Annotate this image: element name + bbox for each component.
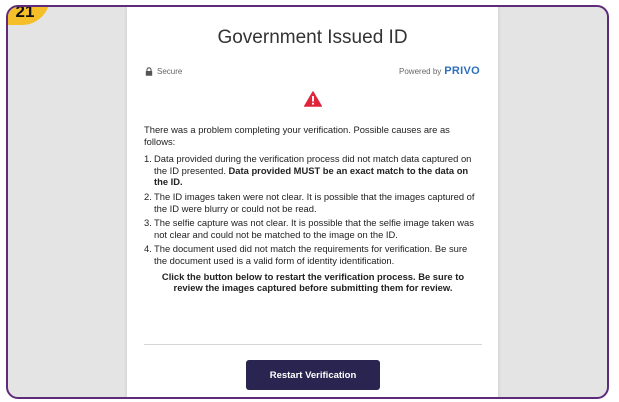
error-intro: There was a problem completing your veri… bbox=[144, 124, 450, 147]
cause-text: The selfie capture was not clear. It is … bbox=[154, 217, 474, 240]
cause-item: 3. The selfie capture was not clear. It … bbox=[144, 217, 482, 240]
cause-text: The document used did not match the requ… bbox=[154, 243, 468, 266]
card-header-meta: Secure Powered by PRIVO bbox=[145, 64, 480, 78]
cause-text-wrap: Data provided during the verification pr… bbox=[154, 153, 482, 188]
page-title: Government Issued ID bbox=[217, 27, 408, 48]
restart-verification-button[interactable]: Restart Verification bbox=[246, 360, 380, 390]
privo-logo: PRIVO bbox=[444, 65, 480, 77]
step-number-badge: 21 bbox=[8, 5, 50, 25]
restart-instructions: Click the button below to restart the ve… bbox=[161, 270, 465, 294]
lock-icon bbox=[145, 66, 153, 76]
cause-item: 4. The document used did not match the r… bbox=[144, 243, 482, 266]
cause-item: 1. Data provided during the verification… bbox=[144, 153, 482, 188]
causes-list: 1. Data provided during the verification… bbox=[144, 153, 482, 266]
error-content: There was a problem completing your veri… bbox=[144, 124, 482, 294]
powered-by-label: Powered by bbox=[399, 67, 442, 76]
cause-number: 1. bbox=[144, 153, 152, 165]
divider bbox=[144, 344, 482, 345]
cause-item: 2. The ID images taken were not clear. I… bbox=[144, 191, 482, 214]
cause-text: The ID images taken were not clear. It i… bbox=[154, 190, 475, 214]
secure-indicator: Secure bbox=[145, 67, 182, 76]
warning-icon bbox=[303, 91, 322, 107]
verification-card: Government Issued ID Secure Powered by P… bbox=[127, 7, 498, 397]
step-number: 21 bbox=[15, 5, 35, 21]
secure-label: Secure bbox=[157, 66, 183, 76]
step-frame: 21 Government Issued ID Secure Powered b… bbox=[6, 5, 609, 399]
powered-by: Powered by PRIVO bbox=[399, 65, 480, 77]
cause-number: 2. bbox=[144, 190, 152, 202]
cause-number: 4. bbox=[144, 243, 152, 255]
cause-number: 3. bbox=[144, 217, 152, 229]
